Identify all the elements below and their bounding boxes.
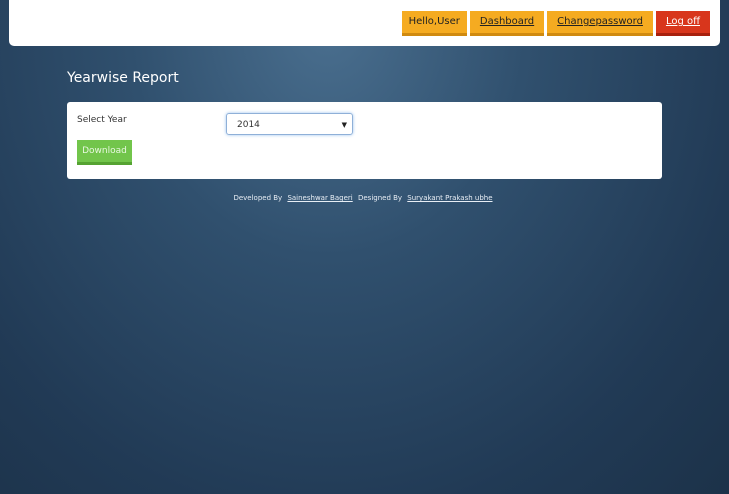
dashboard-link[interactable]: Dashboard xyxy=(469,11,545,36)
footer: Developed By Saineshwar Bageri Designed … xyxy=(0,194,729,202)
report-panel: Select Year 2014 ▼ Download xyxy=(67,102,662,179)
select-year-label: Select Year xyxy=(77,115,127,125)
dropdown-arrow-icon: ▼ xyxy=(341,121,347,129)
hello-user-label: Hello,User xyxy=(401,11,467,36)
designer-link[interactable]: Suryakant Prakash ubhe xyxy=(407,194,492,202)
year-select-value: 2014 xyxy=(237,120,260,130)
designed-by-label: Designed By xyxy=(357,194,403,202)
developer-link[interactable]: Saineshwar Bageri xyxy=(287,194,352,202)
nav-menu: Hello,User Dashboard Changepassword Log … xyxy=(401,11,710,36)
year-select[interactable]: 2014 ▼ xyxy=(226,113,353,135)
download-button[interactable]: Download xyxy=(77,140,132,165)
developed-by-label: Developed By xyxy=(233,194,283,202)
change-password-link[interactable]: Changepassword xyxy=(547,11,653,36)
logoff-link[interactable]: Log off xyxy=(655,11,710,36)
page-title: Yearwise Report xyxy=(67,70,179,86)
top-bar: Hello,User Dashboard Changepassword Log … xyxy=(9,0,720,46)
